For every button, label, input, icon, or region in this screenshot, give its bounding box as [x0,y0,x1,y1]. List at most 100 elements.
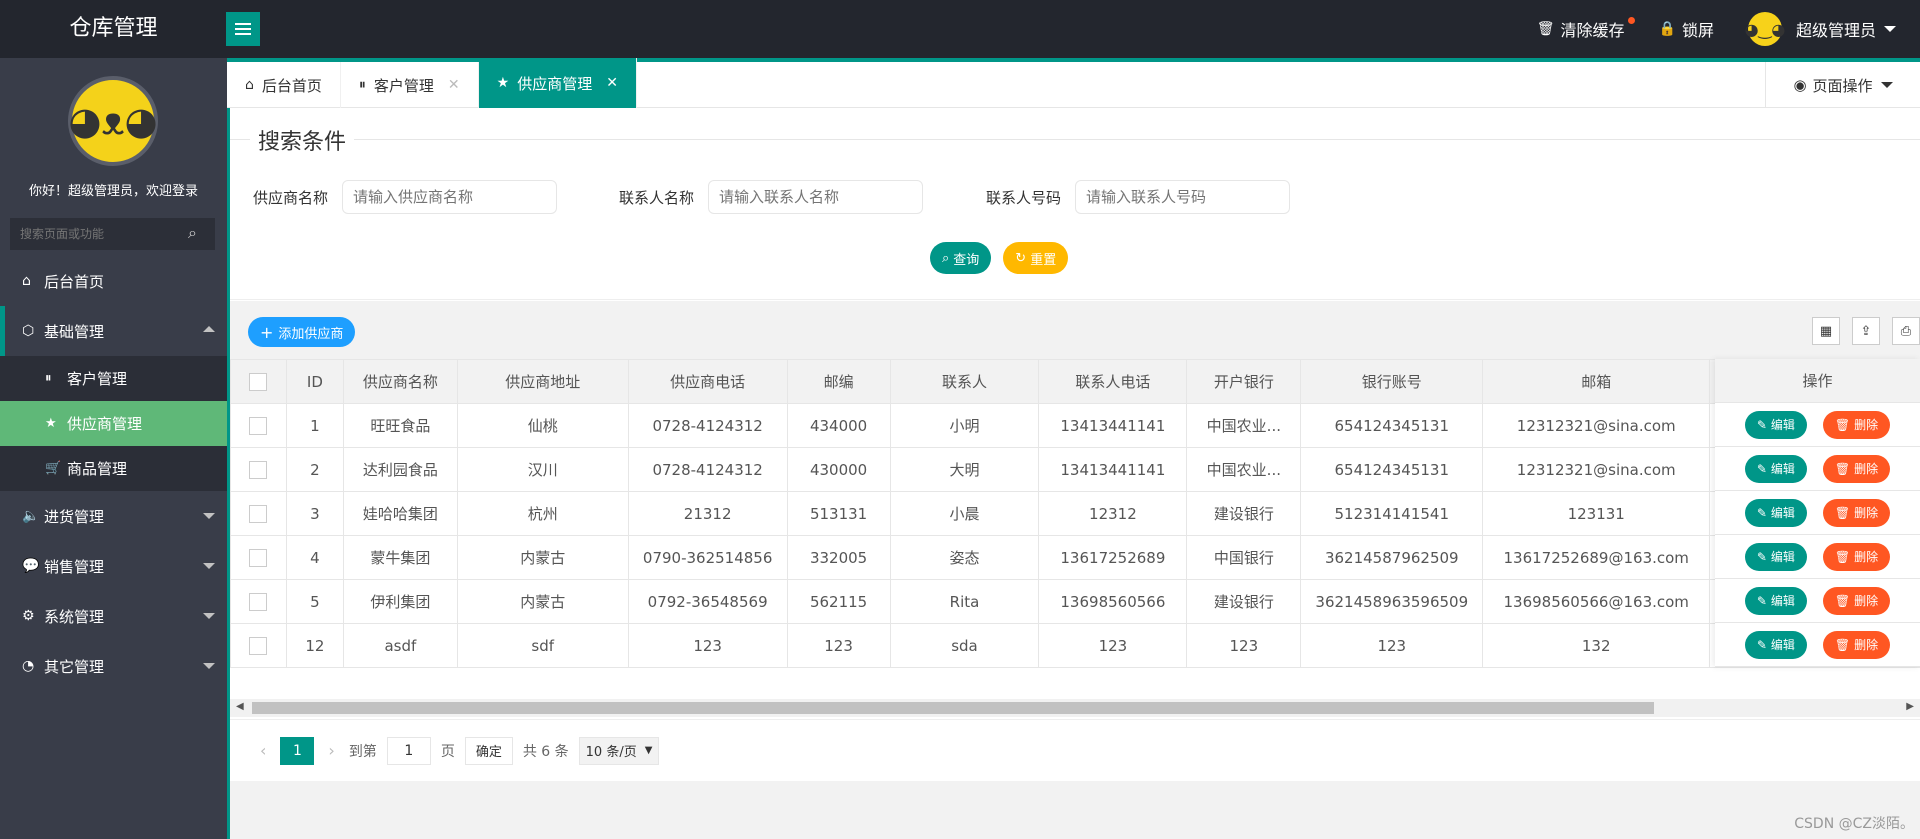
edit-button[interactable]: ✎ 编辑 [1744,630,1807,659]
delete-button[interactable]: 🗑 删除 [1822,498,1891,527]
table-cell: 654124345131 [1300,447,1484,492]
tab-bar: ⌂ 后台首页 ⏸ 客户管理 ✕ ★ 供应商管理 ✕ ◉ 页面操作 [227,58,1920,108]
page-operations-button[interactable]: ◉ 页面操作 [1765,62,1920,108]
row-select-cell[interactable] [230,447,287,492]
delete-button[interactable]: 🗑 删除 [1822,454,1891,483]
table-cell: 654124345131 [1300,403,1484,448]
row-checkbox[interactable] [249,592,268,611]
export-icon[interactable]: ⇪ [1852,317,1880,345]
table-cell: 伊利集团 [342,579,458,624]
row-select-cell[interactable] [230,491,287,536]
tab-label: 客户管理 [373,76,434,95]
chevron-down-icon [1884,26,1896,32]
gear-icon: ⚙ [22,608,35,624]
sidebar-item-system[interactable]: ⚙ 系统管理 [0,591,227,641]
circle-icon: ◔ [22,658,35,674]
search-icon[interactable]: ⌕ [188,223,197,243]
column-header[interactable]: 邮编 [786,359,891,404]
sidebar-item-sales[interactable]: 💬 销售管理 [0,541,227,591]
sidebar-search-input[interactable] [10,218,215,250]
edit-button[interactable]: ✎ 编辑 [1744,498,1807,527]
table-cell: 旺旺食品 [342,403,458,448]
tab-customers[interactable]: ⏸ 客户管理 ✕ [341,62,479,108]
row-select-cell[interactable] [230,623,287,668]
delete-button[interactable]: 🗑 删除 [1822,542,1891,571]
add-supplier-button[interactable]: + 添加供应商 [248,317,356,347]
menu-toggle-button[interactable] [226,12,260,46]
column-header[interactable]: 联系人 [889,359,1040,404]
edit-button[interactable]: ✎ 编辑 [1744,586,1807,615]
chevron-down-icon [203,663,215,669]
sidebar-item-purchase[interactable]: 🔈 进货管理 [0,491,227,541]
row-checkbox[interactable] [249,416,268,435]
notification-dot [1627,17,1635,24]
table-cell: 杭州 [456,491,629,536]
select-all-checkbox[interactable] [249,372,268,391]
column-header[interactable]: 供应商地址 [456,359,629,404]
clear-cache-button[interactable]: 🗑 清除缓存 [1537,17,1635,41]
scroll-right-icon[interactable]: ▶ [1906,701,1914,712]
prev-page-icon[interactable]: ‹ [260,741,266,760]
chevron-down-icon [203,513,215,519]
close-icon[interactable]: ✕ [448,77,460,93]
table-cell: 0792-36548569 [627,579,788,624]
column-header[interactable]: ID [285,359,344,404]
supplier-name-input[interactable] [342,180,557,214]
current-page[interactable]: 1 [280,736,315,765]
delete-button[interactable]: 🗑 删除 [1822,630,1891,659]
sidebar-item-suppliers[interactable]: ★ 供应商管理 [0,401,227,446]
column-header[interactable]: 开户银行 [1186,359,1302,404]
row-select-cell[interactable] [230,579,287,624]
pencil-icon: ✎ [1756,461,1767,476]
edit-button[interactable]: ✎ 编辑 [1744,542,1807,571]
contact-phone-input[interactable] [1075,180,1290,214]
close-icon[interactable]: ✕ [606,75,618,91]
tab-home[interactable]: ⌂ 后台首页 [227,62,341,108]
query-label: 查询 [953,252,980,268]
confirm-page-button[interactable]: 确定 [464,736,513,765]
table-cell: 123 [627,623,788,668]
column-header[interactable]: 供应商电话 [627,359,788,404]
user-menu[interactable]: ◕‿◕ 超级管理员 [1745,12,1896,46]
row-select-cell[interactable] [230,535,287,580]
scroll-left-icon[interactable]: ◀ [236,701,244,712]
page-number-input[interactable] [386,736,431,765]
row-select-cell[interactable] [230,403,287,448]
table-cell: 13617252689 [1038,535,1188,580]
columns-filter-icon[interactable]: ▦ [1812,317,1840,345]
row-checkbox[interactable] [249,548,268,567]
scroll-thumb[interactable] [252,702,1654,714]
sidebar-item-other[interactable]: ◔ 其它管理 [0,641,227,691]
sidebar-item-basic[interactable]: ⬡ 基础管理 [0,306,227,356]
sidebar-item-customers[interactable]: ⏸ 客户管理 [0,356,227,401]
sidebar-item-goods[interactable]: 🛒 商品管理 [0,446,227,491]
edit-button[interactable]: ✎ 编辑 [1744,454,1807,483]
row-checkbox[interactable] [249,460,268,479]
column-header[interactable]: 联系人电话 [1038,359,1188,404]
query-button[interactable]: ⌕ 查询 [930,242,992,274]
table-cell: 0728-4124312 [627,403,788,448]
sidebar-item-home[interactable]: ⌂ 后台首页 [0,256,227,306]
lock-screen-button[interactable]: 🔒 锁屏 [1659,17,1714,41]
pencil-icon: ✎ [1756,417,1767,432]
page-size-select[interactable]: 10 条/页 ▼ [578,736,660,765]
select-all-cell[interactable] [230,359,287,404]
edit-button[interactable]: ✎ 编辑 [1744,410,1807,439]
contact-name-input[interactable] [708,180,923,214]
row-checkbox[interactable] [249,636,268,655]
delete-button[interactable]: 🗑 删除 [1822,586,1891,615]
reset-button[interactable]: ↻ 重置 [1003,242,1069,274]
delete-button[interactable]: 🗑 删除 [1822,410,1891,439]
column-header[interactable]: 邮箱 [1482,359,1711,404]
table-cell: 562115 [786,579,891,624]
row-checkbox[interactable] [249,504,268,523]
tab-suppliers[interactable]: ★ 供应商管理 ✕ [478,58,637,108]
print-icon[interactable]: ⎙ [1892,317,1920,345]
sidebar-item-label: 客户管理 [67,370,128,388]
next-page-icon[interactable]: › [328,741,334,760]
horizontal-scrollbar[interactable]: ◀ ▶ [230,699,1920,717]
table-cell: 大明 [889,447,1040,492]
column-header[interactable]: 供应商名称 [342,359,458,404]
column-header[interactable]: 银行账号 [1300,359,1484,404]
lock-screen-label: 锁屏 [1681,21,1714,40]
